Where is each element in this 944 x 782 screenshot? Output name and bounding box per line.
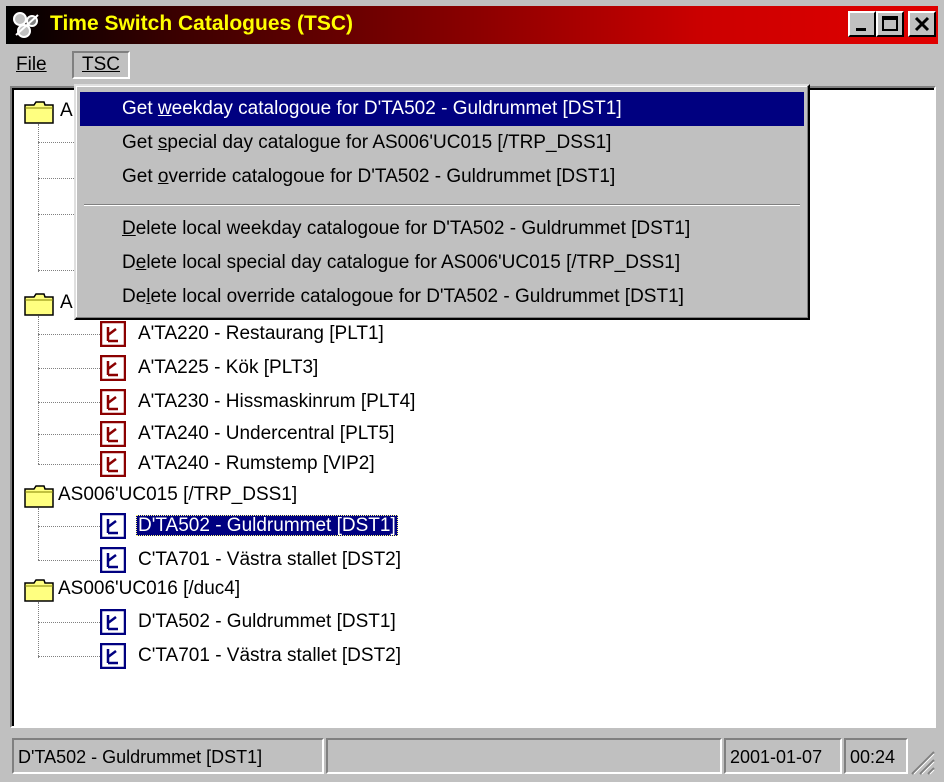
menu-get-special-day[interactable]: Get special day catalogue for AS006'UC01… xyxy=(80,126,804,160)
menu-item-text: lete local special day catalogue for AS0… xyxy=(146,252,681,273)
menu-item-text: De xyxy=(122,286,147,307)
tree-item-selected[interactable]: D'TA502 - Guldrummet [DST1] xyxy=(136,511,398,541)
tree-line xyxy=(38,622,100,623)
tree-folder-a1[interactable]: A xyxy=(60,96,73,126)
folder-icon xyxy=(24,579,54,602)
menu-item-accel: e xyxy=(135,252,147,273)
tree-item[interactable]: D'TA502 - Guldrummet [DST1] xyxy=(138,607,396,637)
menu-item-accel: s xyxy=(157,132,168,153)
tree-line xyxy=(38,368,100,369)
tree-item[interactable]: A'TA220 - Restaurang [PLT1] xyxy=(138,319,384,349)
tree-item[interactable]: A'TA230 - Hissmaskinrum [PLT4] xyxy=(138,387,415,417)
minimize-button[interactable] xyxy=(848,11,876,37)
menu-tsc-label: TSC xyxy=(82,54,120,75)
tree-folder-uc016[interactable]: AS006'UC016 [/duc4] xyxy=(58,574,240,604)
close-button[interactable] xyxy=(908,11,936,37)
tree-item[interactable]: C'TA701 - Västra stallet [DST2] xyxy=(138,545,401,575)
resize-grip-icon[interactable] xyxy=(906,746,936,776)
folder-icon xyxy=(24,293,54,316)
timeswitch-icon xyxy=(100,643,126,669)
menu-file-label: File xyxy=(16,54,47,75)
menu-item-text: D xyxy=(122,252,136,273)
menu-bar: File TSC xyxy=(6,48,938,82)
timeswitch-icon xyxy=(100,547,126,573)
timeswitch-icon xyxy=(100,513,126,539)
menu-item-text: pecial day catalogue for AS006'UC015 [/T… xyxy=(167,132,612,153)
status-empty xyxy=(326,738,722,774)
menu-item-text: ete local override catalogoue for D'TA50… xyxy=(150,286,684,307)
menu-delete-weekday[interactable]: Delete local weekday catalogoue for D'TA… xyxy=(80,212,804,246)
menu-item-accel: D xyxy=(122,218,136,239)
selected-label: D'TA502 - Guldrummet [DST1] xyxy=(136,515,398,536)
timeswitch-icon xyxy=(100,451,126,477)
tree-line xyxy=(38,508,39,560)
tree-line xyxy=(38,434,100,435)
timeswitch-icon xyxy=(100,389,126,415)
folder-icon xyxy=(24,101,54,124)
app-icon[interactable] xyxy=(12,11,42,39)
tree-folder-a2[interactable]: A xyxy=(60,288,73,318)
tree-line xyxy=(38,656,100,657)
menu-delete-special-day[interactable]: Delete local special day catalogue for A… xyxy=(80,246,804,280)
status-selection: D'TA502 - Guldrummet [DST1] xyxy=(12,738,324,774)
menu-get-weekday[interactable]: Get weekday catalogoue for D'TA502 - Gul… xyxy=(80,92,804,126)
tree-item[interactable]: A'TA240 - Rumstemp [VIP2] xyxy=(138,449,375,479)
menu-item-text: Get xyxy=(122,132,158,153)
timeswitch-icon xyxy=(100,355,126,381)
tree-line xyxy=(38,560,100,561)
tsc-dropdown-menu: Get weekday catalogoue for D'TA502 - Gul… xyxy=(74,84,810,320)
tree-line xyxy=(38,316,39,464)
menu-item-accel: o xyxy=(157,166,169,187)
menu-tsc[interactable]: TSC xyxy=(72,51,130,79)
tree-line xyxy=(38,602,39,658)
close-icon xyxy=(914,16,930,32)
tree-line xyxy=(38,526,100,527)
menu-separator xyxy=(84,204,800,206)
tree-item[interactable]: A'TA240 - Undercentral [PLT5] xyxy=(138,419,394,449)
menu-delete-override[interactable]: Delete local override catalogoue for D'T… xyxy=(80,280,804,314)
status-time: 00:24 xyxy=(844,738,908,774)
menu-file[interactable]: File xyxy=(8,51,55,79)
timeswitch-icon xyxy=(100,321,126,347)
menu-item-text: verride catalogoue for D'TA502 - Guldrum… xyxy=(168,166,616,187)
tree-item[interactable]: A'TA225 - Kök [PLT3] xyxy=(138,353,318,383)
maximize-button[interactable] xyxy=(876,11,904,37)
timeswitch-icon xyxy=(100,421,126,447)
menu-item-text: Get xyxy=(122,98,158,119)
status-date: 2001-01-07 xyxy=(724,738,842,774)
maximize-icon xyxy=(882,16,898,31)
timeswitch-icon xyxy=(100,609,126,635)
menu-item-accel: w xyxy=(157,98,172,119)
menu-item-text: Get xyxy=(122,166,158,187)
minimize-icon xyxy=(856,28,866,31)
status-bar: D'TA502 - Guldrummet [DST1] 2001-01-07 0… xyxy=(6,732,938,778)
tree-folder-uc015[interactable]: AS006'UC015 [/TRP_DSS1] xyxy=(58,480,297,510)
title-bar[interactable]: Time Switch Catalogues (TSC) xyxy=(6,6,938,44)
tree-line xyxy=(38,124,39,272)
tree-line xyxy=(38,464,100,465)
tree-item[interactable]: C'TA701 - Västra stallet [DST2] xyxy=(138,641,401,671)
window-title: Time Switch Catalogues (TSC) xyxy=(50,12,353,35)
tree-line xyxy=(38,334,100,335)
menu-item-text: elete local weekday catalogoue for D'TA5… xyxy=(135,218,691,239)
menu-item-text: eekday catalogoue for D'TA502 - Guldrumm… xyxy=(171,98,622,119)
menu-get-override[interactable]: Get override catalogoue for D'TA502 - Gu… xyxy=(80,160,804,194)
tree-line xyxy=(38,402,100,403)
tsc-window: Time Switch Catalogues (TSC) File TSC A xyxy=(0,0,944,782)
folder-icon xyxy=(24,485,54,508)
